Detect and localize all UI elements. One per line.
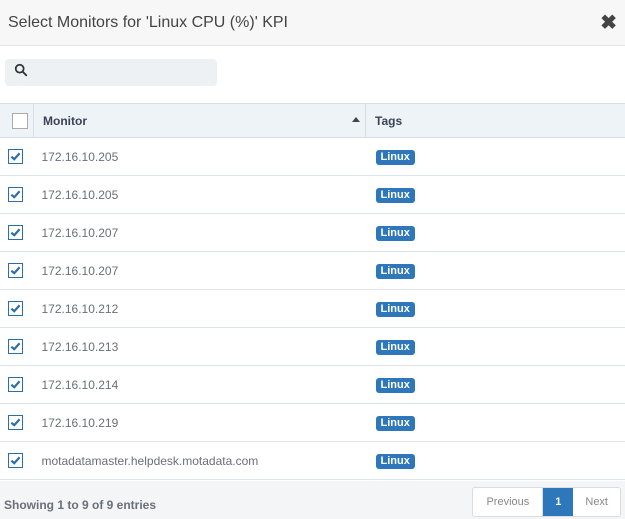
checkmark-icon <box>10 190 21 199</box>
row-checkbox-cell <box>0 252 34 290</box>
checkmark-icon <box>10 152 21 161</box>
tag-badge: Linux <box>375 225 415 241</box>
row-checkbox-cell <box>0 214 34 252</box>
tags-cell: Linux <box>366 214 625 252</box>
monitor-name: 172.16.10.205 <box>41 149 119 164</box>
search-area <box>0 46 625 106</box>
column-header-monitor-label: Monitor <box>43 113 87 128</box>
entries-info: Showing 1 to 9 of 9 entries <box>4 498 157 512</box>
checkmark-icon <box>10 266 21 275</box>
dialog-header: Select Monitors for 'Linux CPU (%)' KPI … <box>0 0 625 46</box>
search-icon <box>14 63 28 82</box>
tag-badge: Linux <box>375 415 415 431</box>
table-footer: Showing 1 to 9 of 9 entries Previous 1 N… <box>0 481 625 519</box>
monitor-name: motadatamaster.helpdesk.motadata.com <box>41 453 259 468</box>
table-row[interactable]: 172.16.10.212 Linux <box>0 290 625 328</box>
monitor-name: 172.16.10.212 <box>41 301 119 316</box>
monitor-name: 172.16.10.219 <box>41 415 119 430</box>
tag-badge: Linux <box>375 301 415 317</box>
table-row[interactable]: 172.16.10.214 Linux <box>0 366 625 404</box>
search-box[interactable] <box>5 59 217 86</box>
checkmark-icon <box>10 342 21 351</box>
table-header-row: Monitor Tags <box>0 103 625 138</box>
tags-cell: Linux <box>366 442 625 480</box>
monitor-name: 172.16.10.205 <box>41 187 119 202</box>
column-header-tags-label: Tags <box>375 113 403 128</box>
select-all-checkbox[interactable] <box>12 112 28 129</box>
tag-badge: Linux <box>375 453 415 469</box>
column-header-tags: Tags <box>366 104 625 138</box>
checkmark-icon <box>10 380 21 389</box>
table-row[interactable]: 172.16.10.207 Linux <box>0 214 625 252</box>
checkmark-icon <box>10 418 21 427</box>
pagination: Previous 1 Next <box>472 487 621 517</box>
row-checkbox[interactable] <box>8 339 23 354</box>
row-checkbox[interactable] <box>8 301 23 316</box>
row-checkbox[interactable] <box>8 415 23 430</box>
tag-badge: Linux <box>375 149 415 165</box>
select-all-cell <box>0 103 34 138</box>
row-checkbox[interactable] <box>8 263 23 278</box>
dialog-title: Select Monitors for 'Linux CPU (%)' KPI <box>8 13 288 31</box>
row-checkbox-cell <box>0 404 34 442</box>
search-input[interactable] <box>34 64 208 81</box>
checkmark-icon <box>10 228 21 237</box>
tags-cell: Linux <box>366 290 625 328</box>
checkmark-icon <box>10 304 21 313</box>
tag-badge: Linux <box>375 263 415 279</box>
row-checkbox-cell <box>0 138 34 176</box>
table-row[interactable]: 172.16.10.207 Linux <box>0 252 625 290</box>
tags-cell: Linux <box>366 328 625 366</box>
monitors-table: Monitor Tags 172.16.10.205 Linux 172.16.… <box>0 103 625 480</box>
tags-cell: Linux <box>366 252 625 290</box>
tags-cell: Linux <box>366 176 625 214</box>
monitor-name: 172.16.10.207 <box>41 225 119 240</box>
close-icon[interactable]: ✖ <box>600 13 617 33</box>
column-header-monitor[interactable]: Monitor <box>33 103 366 138</box>
table-row[interactable]: motadatamaster.helpdesk.motadata.com Lin… <box>0 442 625 480</box>
row-checkbox-cell <box>0 442 34 480</box>
row-checkbox-cell <box>0 176 34 214</box>
checkmark-icon <box>10 456 21 465</box>
monitor-name: 172.16.10.213 <box>41 339 119 354</box>
row-checkbox-cell <box>0 366 34 404</box>
row-checkbox[interactable] <box>8 187 23 202</box>
monitor-name: 172.16.10.207 <box>41 263 119 278</box>
tags-cell: Linux <box>366 366 625 404</box>
row-checkbox[interactable] <box>8 225 23 240</box>
tag-badge: Linux <box>375 339 415 355</box>
monitor-name: 172.16.10.214 <box>41 377 119 392</box>
next-page-button[interactable]: Next <box>573 488 620 516</box>
tag-badge: Linux <box>375 377 415 393</box>
table-row[interactable]: 172.16.10.219 Linux <box>0 404 625 442</box>
row-checkbox[interactable] <box>8 453 23 468</box>
tag-badge: Linux <box>375 187 415 203</box>
table-row[interactable]: 172.16.10.213 Linux <box>0 328 625 366</box>
tags-cell: Linux <box>366 404 625 442</box>
row-checkbox[interactable] <box>8 377 23 392</box>
row-checkbox[interactable] <box>8 149 23 164</box>
row-checkbox-cell <box>0 290 34 328</box>
row-checkbox-cell <box>0 328 34 366</box>
table-row[interactable]: 172.16.10.205 Linux <box>0 176 625 214</box>
page-1-button[interactable]: 1 <box>543 488 574 516</box>
tags-cell: Linux <box>366 138 625 176</box>
previous-page-button[interactable]: Previous <box>473 488 544 516</box>
sort-ascending-icon <box>352 117 360 122</box>
table-row[interactable]: 172.16.10.205 Linux <box>0 138 625 176</box>
